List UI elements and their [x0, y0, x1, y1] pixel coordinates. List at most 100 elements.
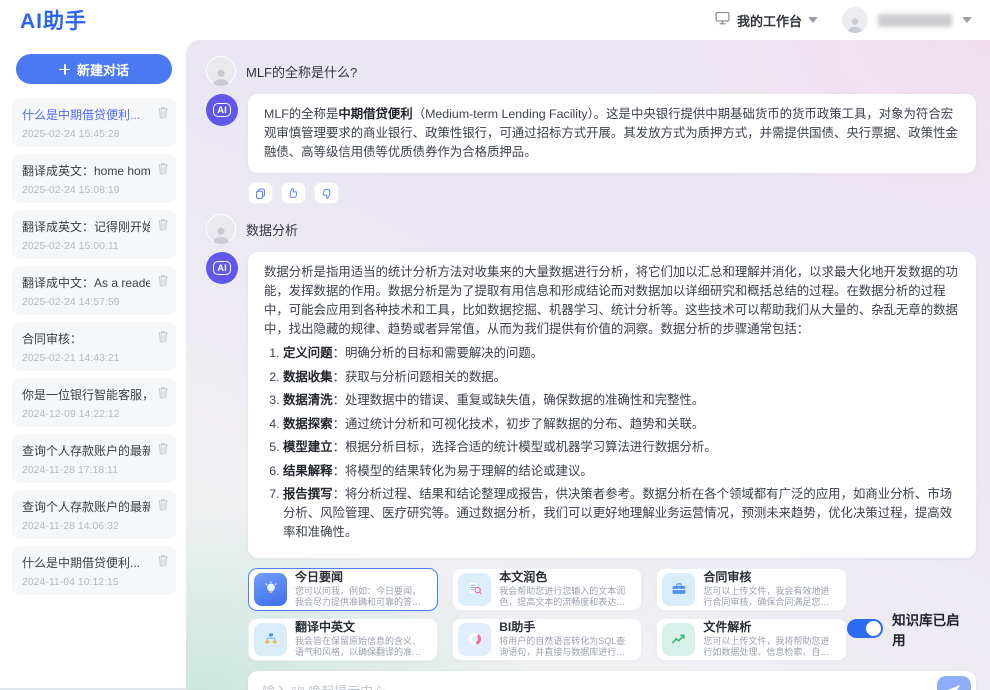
feature-cards-grid: 今日要闻 您可以问我，例如：今日要闻，我会尽力提供准确和可靠的答案。 本文润色 …: [248, 568, 847, 661]
ai-answer-bubble: MLF的全称是中期借贷便利（Medium-term Lending Facili…: [248, 94, 976, 173]
card-contract-review[interactable]: 合同审核 您可以上传文件，我会有效地进行合同审核，确保合同满足您的业务需求。: [656, 568, 846, 611]
trash-icon[interactable]: [157, 498, 169, 516]
feature-cards-section: 今日要闻 您可以问我，例如：今日要闻，我会尽力提供准确和可靠的答案。 本文润色 …: [248, 568, 978, 661]
message-actions: [248, 182, 978, 204]
trash-icon[interactable]: [157, 442, 169, 460]
bulb-icon: [254, 573, 287, 606]
user-question: MLF的全称是什么?: [246, 62, 357, 81]
history-item[interactable]: 什么是中期借贷便利... 2025-02-24 15:45:28: [12, 98, 176, 147]
card-translate[interactable]: 翻译中英文 我会旨在保留原始信息的含义、语气和风格，以确保翻译的准确性和自然流畅…: [248, 618, 438, 661]
answer-intro: 数据分析是指用适当的统计分析方法对收集来的大量数据进行分析，将它们加以汇总和理解…: [264, 263, 960, 339]
composer: [248, 671, 976, 690]
user-message-avatar: [206, 214, 236, 244]
knowledge-base-toggle[interactable]: [847, 619, 884, 638]
history-time: 2025-02-24 15:00:11: [22, 240, 150, 252]
card-title: 合同审核: [703, 570, 837, 584]
answer-text: MLF的全称是: [264, 107, 338, 121]
app-logo: AI助手: [20, 5, 87, 35]
card-desc: 您可以上传文件，我将帮助您进行如数据处理、信息检索、自动化办公等。: [703, 636, 837, 658]
list-item: 模型建立：根据分析目标，选择合适的统计模型或机器学习算法进行数据分析。: [283, 438, 960, 457]
copy-button[interactable]: [248, 182, 273, 204]
chat-area: MLF的全称是什么? AI MLF的全称是中期借贷便利（Medium-term …: [186, 40, 990, 690]
card-desc: 您可以上传文件，我会有效地进行合同审核，确保合同满足您的业务需求。: [703, 586, 837, 608]
card-bi-assistant[interactable]: BI助手 将用户的自然语言转化为SQL查询语句，并直接与数据库进行交互，返回智能…: [452, 618, 642, 661]
history-title: 你是一位银行智能客服，...: [22, 386, 150, 403]
ai-avatar-label: AI: [213, 261, 231, 275]
thumbs-up-button[interactable]: [281, 182, 306, 204]
history-item[interactable]: 翻译成英文：记得刚开始... 2025-02-24 15:00:11: [12, 210, 176, 259]
list-item: 数据清洗：处理数据中的错误、重复或缺失值，确保数据的准确性和完整性。: [283, 391, 960, 410]
ai-avatar-label: AI: [213, 103, 231, 117]
trash-icon[interactable]: [157, 106, 169, 124]
trash-icon[interactable]: [157, 162, 169, 180]
history-item[interactable]: 合同审核： 2025-02-21 14:43:21: [12, 322, 176, 371]
new-chat-button[interactable]: 新建对话: [16, 54, 172, 84]
knowledge-base-label: 知识库已启用: [892, 609, 972, 649]
card-file-parse[interactable]: 文件解析 您可以上传文件，我将帮助您进行如数据处理、信息检索、自动化办公等。: [656, 618, 846, 661]
history-item[interactable]: 翻译成中文：As a reader... 2025-02-24 14:57:59: [12, 266, 176, 315]
history-item[interactable]: 查询个人存款账户的最新... 2024-11-28 17:18:11: [12, 434, 176, 483]
chevron-down-icon[interactable]: [962, 17, 972, 23]
chevron-down-icon: [808, 17, 818, 23]
send-button[interactable]: [937, 676, 971, 690]
trash-icon[interactable]: [157, 274, 169, 292]
knowledge-base-toggle-group: 知识库已启用: [847, 609, 978, 661]
history-time: 2025-02-24 15:08:19: [22, 184, 150, 196]
workspace-label: 我的工作台: [737, 11, 802, 30]
card-title: 文件解析: [703, 620, 837, 634]
card-title: BI助手: [499, 620, 633, 634]
ai-message-row: AI 数据分析是指用适当的统计分析方法对收集来的大量数据进行分析，将它们加以汇总…: [206, 252, 978, 558]
monitor-icon: [714, 10, 731, 31]
history-title: 什么是中期借贷便利...: [22, 554, 150, 571]
history-title: 查询个人存款账户的最新...: [22, 498, 150, 515]
history-title: 翻译成英文：记得刚开始...: [22, 218, 150, 235]
ai-avatar: AI: [206, 252, 238, 284]
list-item: 结果解释：将模型的结果转化为易于理解的结论或建议。: [283, 462, 960, 481]
toggle-knob: [866, 621, 881, 636]
workspace-menu[interactable]: 我的工作台: [714, 10, 818, 31]
prompt-input[interactable]: [262, 684, 937, 690]
ai-answer-bubble: 数据分析是指用适当的统计分析方法对收集来的大量数据进行分析，将它们加以汇总和理解…: [248, 252, 976, 558]
history-item[interactable]: 什么是中期借贷便利... 2024-11-04 10:12:15: [12, 546, 176, 595]
history-time: 2024-11-28 17:18:11: [22, 464, 150, 476]
list-item: 定义问题：明确分析的目标和需要解决的问题。: [283, 344, 960, 363]
history-title: 翻译成中文：As a reader...: [22, 274, 150, 291]
top-header: AI助手 我的工作台: [0, 0, 990, 40]
card-desc: 将用户的自然语言转化为SQL查询语句，并直接与数据库进行交互，返回智能推荐的图表…: [499, 636, 633, 658]
history-title: 合同审核：: [22, 330, 150, 347]
history-item[interactable]: 查询个人存款账户的最新... 2024-11-28 14:06:32: [12, 490, 176, 539]
card-desc: 我会旨在保留原始信息的含义、语气和风格，以确保翻译的准确性和自然流畅。: [295, 636, 429, 658]
donut-chart-icon: [458, 623, 491, 656]
card-text-polish[interactable]: 本文润色 我会帮助您进行您输入的文本润色，提高文本的流畅度和表达效果。: [452, 568, 642, 611]
trash-icon[interactable]: [157, 330, 169, 348]
history-item[interactable]: 翻译成英文：home home 2025-02-24 15:08:19: [12, 154, 176, 203]
user-question: 数据分析: [246, 220, 298, 239]
user-avatar[interactable]: [842, 7, 868, 33]
thumbs-down-button[interactable]: [314, 182, 339, 204]
trash-icon[interactable]: [157, 554, 169, 572]
history-time: 2025-02-24 15:45:28: [22, 128, 150, 140]
answer-bold-term: 中期借贷便利: [338, 107, 412, 121]
ai-avatar: AI: [206, 94, 238, 126]
trash-icon[interactable]: [157, 386, 169, 404]
briefcase-icon: [662, 573, 695, 606]
history-time: 2024-11-28 14:06:32: [22, 520, 150, 532]
card-today-news[interactable]: 今日要闻 您可以问我，例如：今日要闻，我会尽力提供准确和可靠的答案。: [248, 568, 438, 611]
history-title: 什么是中期借贷便利...: [22, 106, 150, 123]
analysis-steps-list: 定义问题：明确分析的目标和需要解决的问题。 数据收集：获取与分析问题相关的数据。…: [264, 344, 960, 542]
card-title: 今日要闻: [295, 570, 429, 584]
list-item: 数据探索：通过统计分析和可视化技术，初步了解数据的分布、趋势和关联。: [283, 415, 960, 434]
history-title: 查询个人存款账户的最新...: [22, 442, 150, 459]
list-item: 报告撰写：将分析过程、结果和结论整理成报告，供决策者参考。数据分析在各个领域都有…: [283, 485, 960, 542]
user-message-row: 数据分析: [206, 214, 978, 244]
sidebar: 新建对话 什么是中期借贷便利... 2025-02-24 15:45:28 翻译…: [0, 40, 186, 690]
history-time: 2025-02-21 14:43:21: [22, 352, 150, 364]
ai-message-row: AI MLF的全称是中期借贷便利（Medium-term Lending Fac…: [206, 94, 978, 173]
history-item[interactable]: 你是一位银行智能客服，... 2024-12-09 14:22:12: [12, 378, 176, 427]
trash-icon[interactable]: [157, 218, 169, 236]
history-time: 2024-12-09 14:22:12: [22, 408, 150, 420]
new-chat-label: 新建对话: [77, 60, 129, 79]
trend-up-icon: [662, 623, 695, 656]
history-time: 2024-11-04 10:12:15: [22, 576, 150, 588]
history-title: 翻译成英文：home home: [22, 162, 150, 179]
